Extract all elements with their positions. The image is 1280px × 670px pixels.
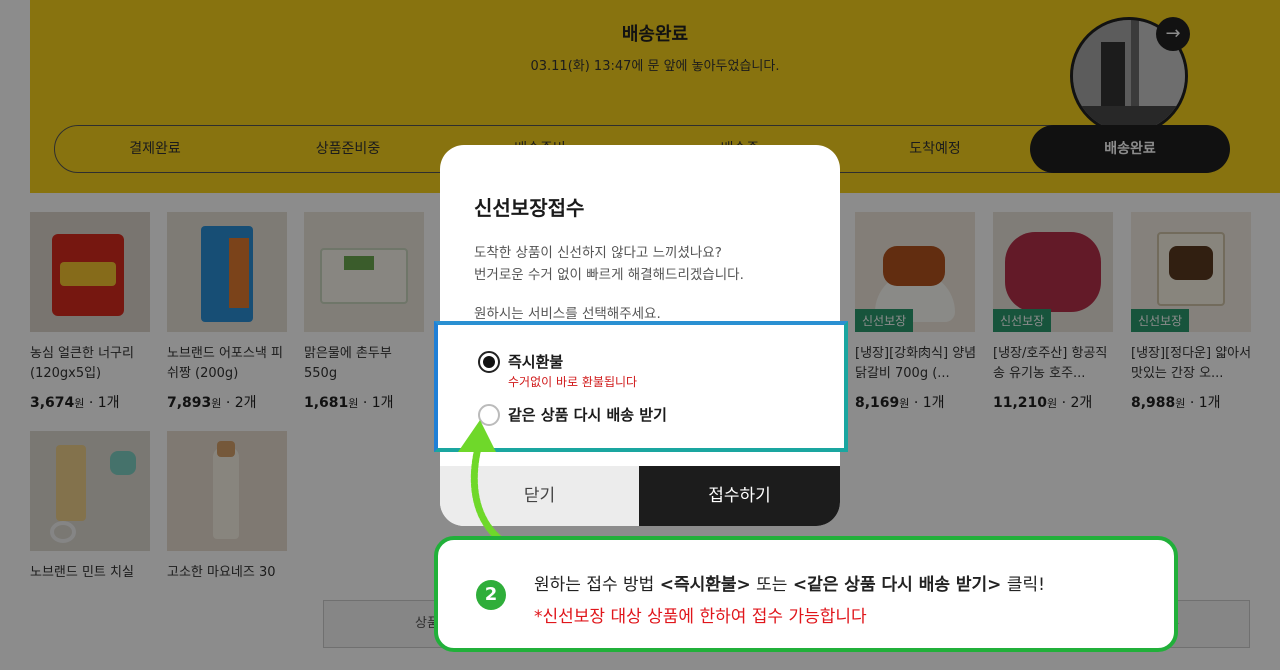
instruction-callout: 2 원하는 접수 방법 <즉시환불> 또는 <같은 상품 다시 배송 받기> 클…: [434, 536, 1178, 652]
submit-button[interactable]: 접수하기: [639, 466, 840, 526]
modal-instruction: 원하시는 서비스를 선택해주세요.: [474, 306, 661, 322]
option-instant-refund-label: 즉시환불: [508, 353, 564, 371]
modal-title: 신선보장접수: [474, 196, 585, 220]
callout-note: *신선보장 대상 상품에 한하여 접수 가능합니다: [534, 607, 867, 627]
callout-text: 원하는 접수 방법: [534, 575, 660, 595]
option-instant-refund-note: 수거없이 바로 환불됩니다: [508, 375, 638, 389]
callout-text: 또는: [750, 575, 793, 595]
callout-text: 클릭!: [1001, 575, 1045, 595]
callout-line-1: 원하는 접수 방법 <즉시환불> 또는 <같은 상품 다시 배송 받기> 클릭!: [534, 570, 1045, 595]
modal-description-2: 번거로운 수거 없이 빠르게 해결해드리겠습니다.: [474, 267, 744, 283]
callout-option-2: <같은 상품 다시 배송 받기>: [792, 575, 1002, 595]
step-number-badge: 2: [476, 580, 506, 610]
modal-description-1: 도착한 상품이 신선하지 않다고 느끼셨나요?: [474, 245, 722, 261]
radio-selected-icon[interactable]: [478, 351, 500, 373]
callout-option-1: <즉시환불>: [659, 575, 751, 595]
